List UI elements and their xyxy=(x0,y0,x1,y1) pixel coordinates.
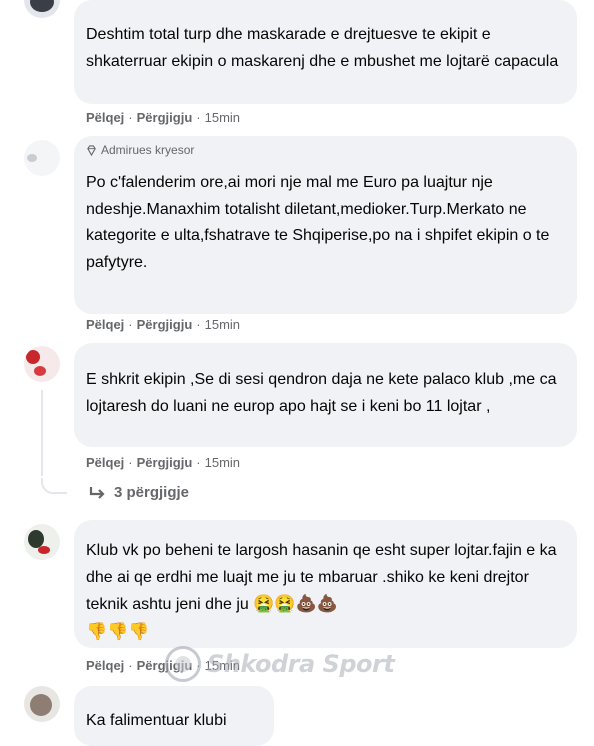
like-button[interactable]: Pëlqej xyxy=(86,658,124,673)
avatar[interactable] xyxy=(24,0,60,18)
separator: · xyxy=(196,455,201,470)
comment-actions: Pëlqej · Përgjigju · 15min xyxy=(86,455,240,470)
avatar[interactable] xyxy=(24,686,60,722)
diamond-icon xyxy=(87,144,96,156)
emoji-reactions: 🤮🤮💩💩 xyxy=(253,594,338,614)
watermark-text: Shkodra Sport xyxy=(207,650,395,678)
author-name[interactable] xyxy=(86,528,126,536)
comment-bubble: E shkrit ekipin ,Se di sesi qendron daja… xyxy=(74,343,577,447)
comment-text: E shkrit ekipin ,Se di sesi qendron daja… xyxy=(86,371,557,415)
author-name[interactable] xyxy=(86,353,156,363)
timestamp[interactable]: 15min xyxy=(205,317,240,332)
thread-connector xyxy=(41,478,67,494)
comment-bubble: Deshtim total turp dhe maskarade e drejt… xyxy=(74,0,577,104)
reply-button[interactable]: Përgjigju xyxy=(137,110,193,125)
comment-actions: Pëlqej · Përgjigju · 15min xyxy=(86,317,240,332)
comment-bubble: Ka falimentuar klubi xyxy=(74,686,274,746)
like-button[interactable]: Pëlqej xyxy=(86,317,124,332)
thread-line xyxy=(41,390,43,476)
reply-button[interactable]: Përgjigju xyxy=(137,455,193,470)
thumbs-down-emojis: 👎👎👎 xyxy=(86,621,150,642)
watermark: Shkodra Sport xyxy=(165,646,395,682)
separator: · xyxy=(128,110,133,125)
timestamp[interactable]: 15min xyxy=(205,110,240,125)
separator: · xyxy=(196,317,201,332)
replies-count: 3 përgjigje xyxy=(114,484,190,501)
avatar[interactable] xyxy=(24,524,60,560)
comment-actions: Pëlqej · Përgjigju · 15min xyxy=(86,110,240,125)
comment-bubble: Admirues kryesor Po c'falenderim ore,ai … xyxy=(74,136,577,314)
comment-text: Deshtim total turp dhe maskarade e drejt… xyxy=(86,26,559,70)
like-button[interactable]: Pëlqej xyxy=(86,110,124,125)
avatar[interactable] xyxy=(24,346,60,382)
reply-arrow-icon xyxy=(89,486,105,499)
view-replies-button[interactable]: 3 përgjigje xyxy=(88,484,189,501)
author-name[interactable] xyxy=(86,160,126,174)
comment-bubble: Klub vk po beheni te largosh hasanin qe … xyxy=(74,520,577,648)
separator: · xyxy=(128,658,133,673)
separator: · xyxy=(196,110,201,125)
comment-text: Klub vk po beheni te largosh hasanin qe … xyxy=(86,538,565,646)
reply-button[interactable]: Përgjigju xyxy=(137,317,193,332)
timestamp[interactable]: 15min xyxy=(205,455,240,470)
watermark-logo-icon xyxy=(165,646,201,682)
like-button[interactable]: Pëlqej xyxy=(86,455,124,470)
author-name[interactable] xyxy=(86,694,146,702)
separator: · xyxy=(128,455,133,470)
comment-text: Ka falimentuar klubi xyxy=(86,712,227,729)
badge-label: Admirues kryesor xyxy=(101,143,195,157)
top-fan-badge: Admirues kryesor xyxy=(86,142,565,158)
separator: · xyxy=(128,317,133,332)
comment-text: Po c'falenderim ore,ai mori nje mal me E… xyxy=(86,174,550,271)
avatar[interactable] xyxy=(24,140,60,176)
